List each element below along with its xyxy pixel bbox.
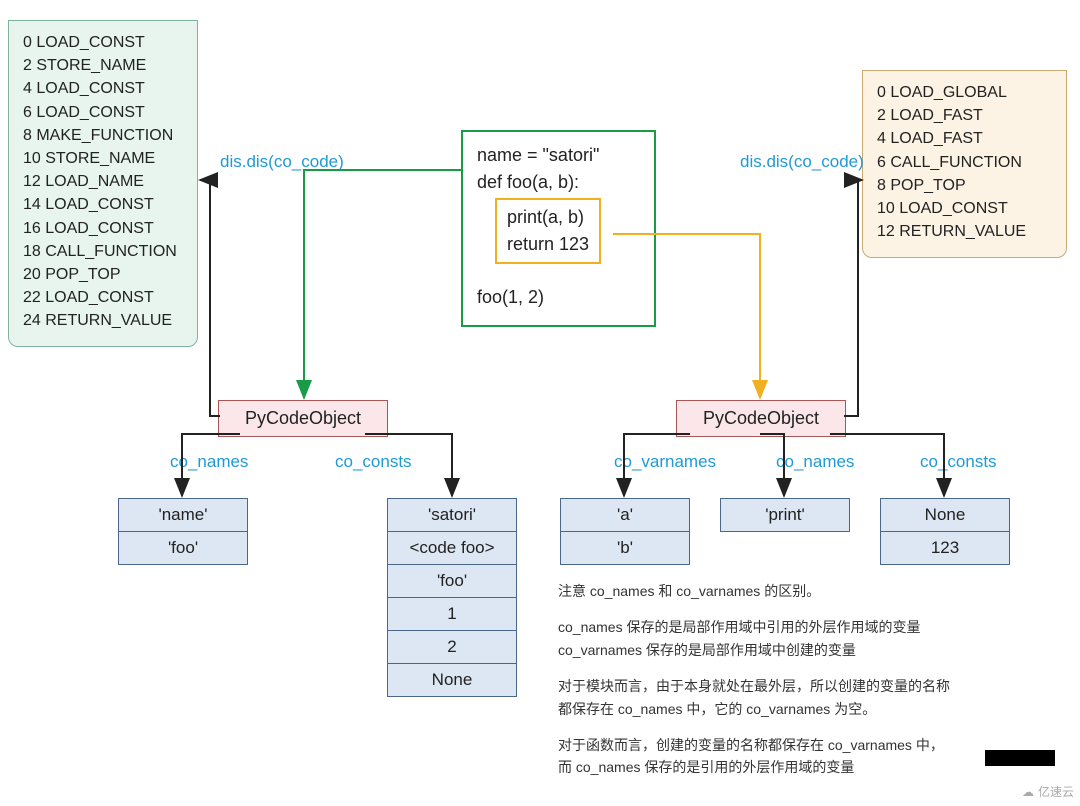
co-consts-label: co_consts bbox=[335, 452, 412, 472]
varname-cell: 'a' bbox=[560, 498, 690, 532]
pycodeobject-right: PyCodeObject bbox=[676, 400, 846, 437]
const-cell: <code foo> bbox=[387, 532, 517, 565]
code-line: name = "satori" bbox=[477, 142, 640, 169]
name-cell: 'foo' bbox=[118, 532, 248, 565]
pycodeobject-left: PyCodeObject bbox=[218, 400, 388, 437]
dis-line: 4 LOAD_FAST bbox=[877, 127, 1052, 150]
source-code-box: name = "satori" def foo(a, b): print(a, … bbox=[461, 130, 656, 327]
dis-line: 2 STORE_NAME bbox=[23, 54, 183, 77]
name-cell: 'name' bbox=[118, 498, 248, 532]
code-line: foo(1, 2) bbox=[477, 284, 640, 311]
code-line: print(a, b) bbox=[507, 204, 589, 231]
dis-label-right: dis.dis(co_code) bbox=[740, 152, 864, 172]
module-co-names: 'name' 'foo' bbox=[118, 498, 248, 565]
dis-line: 0 LOAD_GLOBAL bbox=[877, 81, 1052, 104]
dis-line: 8 POP_TOP bbox=[877, 174, 1052, 197]
const-cell: None bbox=[880, 498, 1010, 532]
dis-label-left: dis.dis(co_code) bbox=[220, 152, 344, 172]
dis-line: 12 LOAD_NAME bbox=[23, 170, 183, 193]
module-co-consts: 'satori' <code foo> 'foo' 1 2 None bbox=[387, 498, 517, 697]
varname-cell: 'b' bbox=[560, 532, 690, 565]
note-line: 对于模块而言，由于本身就处在最外层，所以创建的变量的名称 bbox=[558, 675, 1058, 697]
arrow-rightpy-to-dis bbox=[844, 180, 862, 416]
watermark: ☁ 亿速云 bbox=[1022, 783, 1074, 800]
func-co-consts: None 123 bbox=[880, 498, 1010, 565]
dis-line: 10 LOAD_CONST bbox=[877, 197, 1052, 220]
function-disassembly: 0 LOAD_GLOBAL 2 LOAD_FAST 4 LOAD_FAST 6 … bbox=[862, 70, 1067, 258]
const-cell: None bbox=[387, 664, 517, 697]
co-names-label-r: co_names bbox=[776, 452, 854, 472]
dis-line: 18 CALL_FUNCTION bbox=[23, 240, 183, 263]
redaction-bar bbox=[985, 750, 1055, 766]
note-line: 注意 co_names 和 co_varnames 的区别。 bbox=[558, 580, 1058, 602]
co-names-label: co_names bbox=[170, 452, 248, 472]
note-line: 都保存在 co_names 中，它的 co_varnames 为空。 bbox=[558, 698, 1058, 720]
dis-line: 6 CALL_FUNCTION bbox=[877, 151, 1052, 174]
function-body: print(a, b) return 123 bbox=[495, 198, 601, 264]
note-line: co_varnames 保存的是局部作用域中创建的变量 bbox=[558, 639, 1058, 661]
func-co-varnames: 'a' 'b' bbox=[560, 498, 690, 565]
dis-line: 2 LOAD_FAST bbox=[877, 104, 1052, 127]
logo-icon: ☁ bbox=[1022, 785, 1034, 799]
explanatory-notes: 注意 co_names 和 co_varnames 的区别。 co_names … bbox=[558, 580, 1058, 779]
dis-line: 12 RETURN_VALUE bbox=[877, 220, 1052, 243]
module-disassembly: 0 LOAD_CONST 2 STORE_NAME 4 LOAD_CONST 6… bbox=[8, 20, 198, 347]
const-cell: 123 bbox=[880, 532, 1010, 565]
arrow-source-to-left-pycode bbox=[304, 170, 461, 398]
dis-line: 6 LOAD_CONST bbox=[23, 101, 183, 124]
dis-line: 24 RETURN_VALUE bbox=[23, 309, 183, 332]
name-cell: 'print' bbox=[720, 498, 850, 532]
const-cell: 2 bbox=[387, 631, 517, 664]
code-line: return 123 bbox=[507, 231, 589, 258]
note-line: 对于函数而言，创建的变量的名称都保存在 co_varnames 中， bbox=[558, 734, 1058, 756]
dis-line: 10 STORE_NAME bbox=[23, 147, 183, 170]
dis-line: 4 LOAD_CONST bbox=[23, 77, 183, 100]
watermark-text: 亿速云 bbox=[1038, 783, 1074, 800]
note-line: co_names 保存的是局部作用域中引用的外层作用域的变量 bbox=[558, 616, 1058, 638]
dis-line: 8 MAKE_FUNCTION bbox=[23, 124, 183, 147]
note-line: 而 co_names 保存的是引用的外层作用域的变量 bbox=[558, 756, 1058, 778]
arrow-leftpy-to-dis bbox=[200, 180, 220, 416]
dis-line: 20 POP_TOP bbox=[23, 263, 183, 286]
co-consts-label-r: co_consts bbox=[920, 452, 997, 472]
dis-line: 14 LOAD_CONST bbox=[23, 193, 183, 216]
co-varnames-label: co_varnames bbox=[614, 452, 716, 472]
const-cell: 'satori' bbox=[387, 498, 517, 532]
dis-line: 0 LOAD_CONST bbox=[23, 31, 183, 54]
func-co-names: 'print' bbox=[720, 498, 850, 532]
dis-line: 16 LOAD_CONST bbox=[23, 217, 183, 240]
const-cell: 'foo' bbox=[387, 565, 517, 598]
dis-line: 22 LOAD_CONST bbox=[23, 286, 183, 309]
const-cell: 1 bbox=[387, 598, 517, 631]
code-line: def foo(a, b): bbox=[477, 169, 640, 196]
